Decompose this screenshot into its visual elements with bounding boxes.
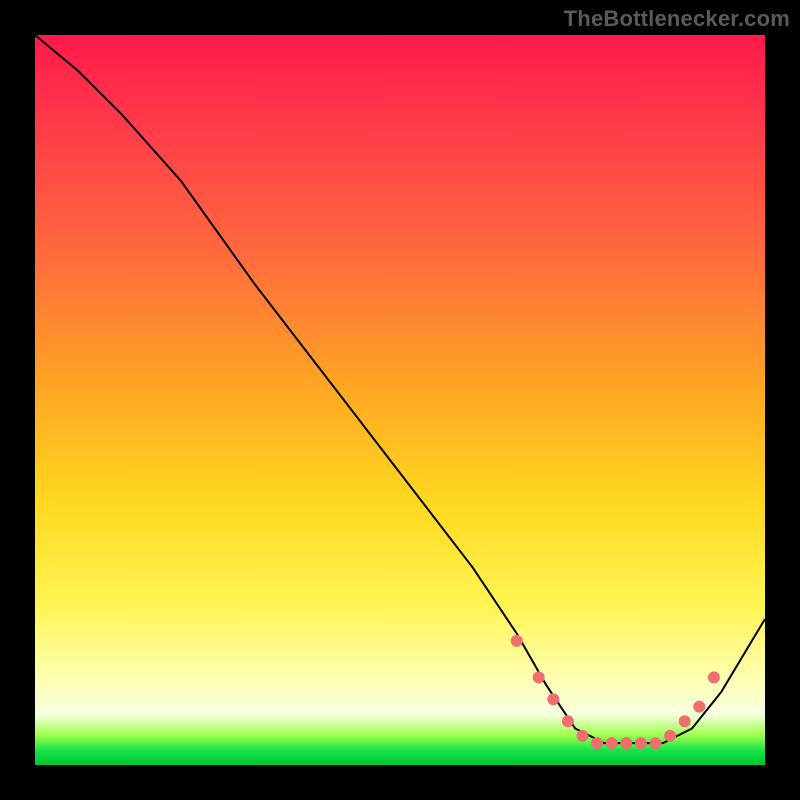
curve-svg: [35, 35, 765, 765]
marker-dot: [511, 635, 523, 647]
bottleneck-curve: [35, 35, 765, 743]
marker-dot: [577, 730, 589, 742]
chart-frame: TheBottlenecker.com: [0, 0, 800, 800]
marker-dot: [547, 693, 559, 705]
marker-dot: [591, 737, 603, 749]
watermark-text: TheBottlenecker.com: [564, 6, 790, 32]
marker-dot: [620, 737, 632, 749]
marker-dot: [708, 671, 720, 683]
marker-dot: [650, 737, 662, 749]
marker-dot: [679, 715, 691, 727]
marker-dot: [606, 737, 618, 749]
marker-dot: [562, 715, 574, 727]
optimal-markers: [511, 635, 720, 749]
marker-dot: [664, 730, 676, 742]
marker-dot: [635, 737, 647, 749]
marker-dot: [693, 701, 705, 713]
plot-area: [35, 35, 765, 765]
marker-dot: [533, 671, 545, 683]
